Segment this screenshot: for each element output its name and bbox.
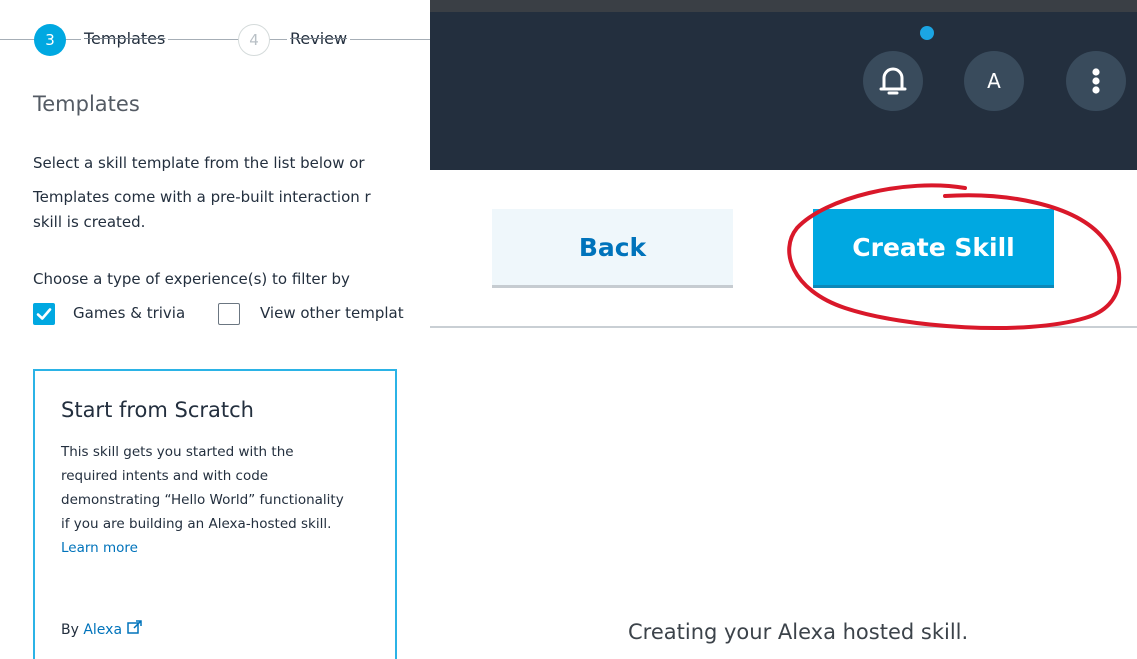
other-templates-label[interactable]: View other templat	[260, 304, 404, 322]
avatar[interactable]: A	[964, 51, 1024, 111]
top-navigation-bar: A	[430, 0, 1137, 170]
step-3-circle[interactable]: 3	[34, 24, 66, 56]
skill-actions-panel: A Back Create Skill Creating your Alexa …	[430, 0, 1137, 659]
templates-description-line-1: Select a skill template from the list be…	[33, 154, 365, 172]
templates-description-line-2: Templates come with a pre-built interact…	[33, 188, 371, 206]
templates-description-line-3: skill is created.	[33, 213, 146, 231]
learn-more-link[interactable]: Learn more	[61, 540, 138, 556]
card-title: Start from Scratch	[61, 398, 254, 422]
games-trivia-label[interactable]: Games & trivia	[73, 304, 185, 322]
step-3-label[interactable]: Templates	[81, 29, 169, 48]
games-trivia-checkbox[interactable]	[33, 303, 55, 325]
template-card-start-from-scratch[interactable]: Start from Scratch This skill gets you s…	[33, 369, 397, 659]
back-button[interactable]: Back	[492, 209, 733, 288]
card-description-line-2: required intents and with code	[61, 468, 269, 484]
templates-heading: Templates	[33, 92, 140, 116]
template-panel: 3 Templates 4 Review Templates Select a …	[0, 0, 430, 659]
creation-status-message: Creating your Alexa hosted skill.	[628, 620, 969, 644]
bell-icon	[879, 67, 907, 95]
card-description-line-3: demonstrating “Hello World” functionalit…	[61, 492, 344, 508]
more-vertical-icon	[1092, 68, 1100, 94]
wizard-stepper: 3 Templates 4 Review	[0, 18, 430, 62]
create-skill-button[interactable]: Create Skill	[813, 209, 1054, 288]
card-author: By Alexa	[61, 620, 142, 638]
checkmark-icon	[36, 308, 52, 320]
alexa-author-link[interactable]: Alexa	[83, 622, 122, 638]
external-link-icon[interactable]	[126, 620, 142, 635]
notification-badge	[920, 26, 934, 40]
card-description-line-4: if you are building an Alexa-hosted skil…	[61, 516, 332, 532]
step-4-circle[interactable]: 4	[238, 24, 270, 56]
more-options-button[interactable]	[1066, 51, 1126, 111]
step-4-label[interactable]: Review	[287, 29, 351, 48]
by-prefix: By	[61, 622, 79, 638]
actions-divider	[430, 326, 1137, 328]
screenshot-composite: 3 Templates 4 Review Templates Select a …	[0, 0, 1137, 659]
card-description-line-1: This skill gets you started with the	[61, 444, 294, 460]
filter-label: Choose a type of experience(s) to filter…	[33, 270, 350, 288]
notifications-button[interactable]	[863, 51, 923, 111]
other-templates-checkbox[interactable]	[218, 303, 240, 325]
topbar-edge	[430, 0, 1137, 12]
